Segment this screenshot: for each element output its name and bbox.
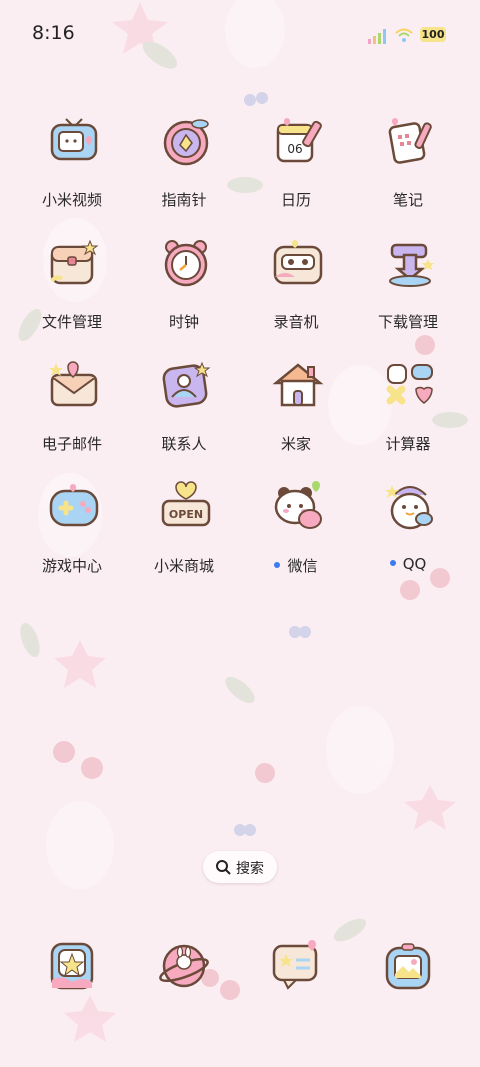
contacts-icon <box>162 361 211 408</box>
app-label: 电子邮件 <box>41 435 102 453</box>
app-mi-video[interactable]: 小米视频 <box>16 115 128 225</box>
search-icon <box>216 860 231 875</box>
open-sign-icon: OPEN <box>161 481 211 527</box>
signal-bars-icon <box>368 29 386 44</box>
app-mijia[interactable]: 米家 <box>240 359 352 469</box>
app-label: QQ <box>352 555 464 573</box>
app-qq[interactable]: QQ <box>352 481 464 591</box>
app-label: 时钟 <box>168 313 199 331</box>
app-label: 录音机 <box>273 313 319 331</box>
app-calendar[interactable]: 06 日历 <box>240 115 352 225</box>
cassette-icon <box>273 240 323 285</box>
planet-bunny-icon[interactable] <box>158 940 210 992</box>
wechat-bear-icon <box>274 481 322 529</box>
app-label: 微信 <box>240 555 352 576</box>
qq-penguin-icon <box>385 485 433 530</box>
calendar-icon: 06 <box>276 118 322 163</box>
envelope-icon <box>49 361 98 407</box>
compass-icon <box>163 119 209 166</box>
notification-dot <box>274 561 281 568</box>
dock <box>0 940 480 1000</box>
app-contacts[interactable]: 联系人 <box>128 359 240 469</box>
app-email[interactable]: 电子邮件 <box>16 359 128 469</box>
app-label: 小米商城 <box>153 557 214 575</box>
app-label: 下载管理 <box>377 313 438 331</box>
search-button[interactable]: 搜索 <box>203 851 277 883</box>
app-label: 计算器 <box>385 435 431 453</box>
download-icon <box>389 243 434 287</box>
app-game-center[interactable]: 游戏中心 <box>16 481 128 591</box>
home-screen: 8:16 100 小米视频 指南针 06 日历 笔记 文件管理 时钟 录音机 下… <box>0 0 480 1067</box>
app-calculator[interactable]: 计算器 <box>352 359 464 469</box>
message-star-icon[interactable] <box>270 940 322 992</box>
app-label: 小米视频 <box>41 191 102 209</box>
gamepad-icon <box>49 484 99 527</box>
notes-icon <box>388 118 432 164</box>
app-label: 游戏中心 <box>41 557 102 575</box>
app-compass[interactable]: 指南针 <box>128 115 240 225</box>
svg-text:06: 06 <box>287 142 302 156</box>
app-label: 联系人 <box>161 435 207 453</box>
app-label: 日历 <box>280 191 311 209</box>
app-label: 笔记 <box>392 191 423 209</box>
app-downloads[interactable]: 下载管理 <box>352 237 464 347</box>
tv-icon <box>50 118 98 161</box>
calculator-icon <box>386 364 433 405</box>
app-mi-store[interactable]: OPEN 小米商城 <box>128 481 240 591</box>
wifi-icon <box>395 28 413 42</box>
house-icon <box>272 363 324 407</box>
svg-text:OPEN: OPEN <box>169 508 203 521</box>
app-clock[interactable]: 时钟 <box>128 237 240 347</box>
status-time: 8:16 <box>32 22 75 44</box>
notification-dot <box>389 559 396 566</box>
app-wechat[interactable]: 微信 <box>240 481 352 591</box>
app-file-manager[interactable]: 文件管理 <box>16 237 128 347</box>
app-label: 文件管理 <box>41 313 102 331</box>
phone-frame-icon[interactable] <box>46 940 98 992</box>
battery-indicator: 100 <box>420 27 446 42</box>
search-label: 搜索 <box>236 861 264 877</box>
gallery-icon[interactable] <box>382 940 434 992</box>
app-notes[interactable]: 笔记 <box>352 115 464 225</box>
app-label: 米家 <box>280 435 311 453</box>
status-bar: 8:16 100 <box>0 0 480 70</box>
app-recorder[interactable]: 录音机 <box>240 237 352 347</box>
alarm-clock-icon <box>164 240 208 287</box>
app-label: 指南针 <box>161 191 207 209</box>
folder-bag-icon <box>50 239 99 285</box>
